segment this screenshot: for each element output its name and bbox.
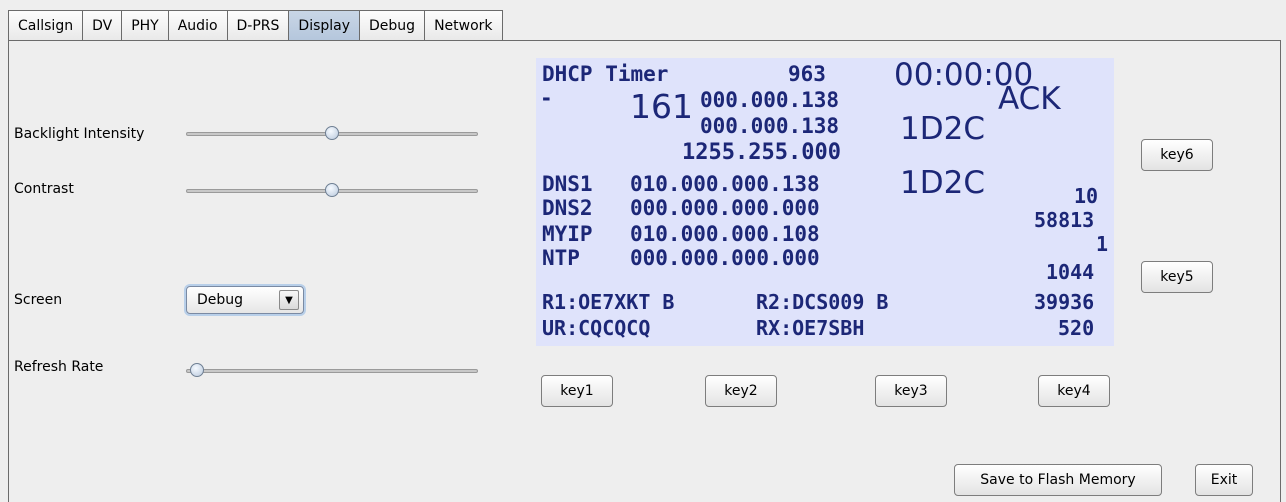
contrast-slider[interactable]: [186, 183, 478, 199]
lcd-dash: -: [540, 86, 553, 110]
refresh-rate-slider[interactable]: [186, 363, 478, 379]
lcd-value-520: 520: [1058, 316, 1095, 340]
refresh-rate-slider-thumb[interactable]: [190, 363, 204, 377]
key1-button[interactable]: key1: [541, 375, 613, 407]
lcd-ur: UR:CQCQCQ: [542, 316, 651, 340]
key3-button[interactable]: key3: [875, 375, 947, 407]
lcd-ip-2: 000.000.138: [700, 114, 840, 138]
lcd-r1: R1:OE7XKT B: [542, 290, 675, 314]
lcd-myip-label: MYIP: [542, 222, 593, 246]
tab-debug[interactable]: Debug: [359, 10, 426, 40]
screen-select[interactable]: Debug ▼: [186, 286, 304, 314]
lcd-dhcp-timer: DHCP Timer: [542, 62, 669, 86]
screen-label: Screen: [14, 292, 63, 308]
key6-button[interactable]: key6: [1141, 139, 1213, 171]
tab-display[interactable]: Display: [288, 10, 361, 41]
tab-bar: Callsign DV PHY Audio D-PRS Display Debu…: [8, 10, 503, 41]
lcd-myip-value: 010.000.000.108: [630, 222, 820, 246]
lcd-dns1-label: DNS1: [542, 172, 593, 196]
key4-button[interactable]: key4: [1038, 375, 1110, 407]
tab-d-prs[interactable]: D-PRS: [226, 10, 290, 40]
lcd-value-10: 10: [1074, 184, 1099, 208]
lcd-ntp-label: NTP: [542, 246, 580, 270]
tab-network[interactable]: Network: [424, 10, 503, 40]
lcd-lease-count: 161: [630, 87, 693, 126]
lcd-timer-value: 963: [788, 62, 826, 86]
save-to-flash-button[interactable]: Save to Flash Memory: [954, 464, 1162, 496]
lcd-code-1: 1D2C: [900, 111, 985, 147]
lcd-ack: ACK: [998, 81, 1061, 117]
lcd-ntp-value: 000.000.000.000: [630, 246, 820, 270]
refresh-rate-label: Refresh Rate: [14, 359, 104, 375]
lcd-dns2-label: DNS2: [542, 196, 593, 220]
key2-button[interactable]: key2: [705, 375, 777, 407]
lcd-ip-1: 000.000.138: [700, 88, 840, 112]
exit-button[interactable]: Exit: [1195, 464, 1253, 496]
lcd-r2: R2:DCS009 B: [756, 290, 889, 314]
lcd-dns2-value: 000.000.000.000: [630, 196, 820, 220]
lcd-code-2: 1D2C: [900, 165, 985, 201]
key5-button[interactable]: key5: [1141, 261, 1213, 293]
lcd-dns1-value: 010.000.000.138: [630, 172, 820, 196]
lcd-value-1: 1: [1096, 232, 1109, 256]
chevron-down-icon[interactable]: ▼: [279, 290, 299, 310]
backlight-label: Backlight Intensity: [14, 126, 145, 142]
backlight-slider[interactable]: [186, 126, 478, 142]
lcd-value-58813: 58813: [1034, 208, 1095, 232]
refresh-rate-slider-track: [186, 369, 478, 373]
backlight-slider-thumb[interactable]: [325, 126, 339, 140]
tab-audio[interactable]: Audio: [167, 10, 228, 40]
lcd-netmask: 1255.255.000: [682, 140, 841, 165]
tab-callsign[interactable]: Callsign: [8, 10, 84, 40]
tab-phy[interactable]: PHY: [121, 10, 169, 40]
screen-select-value: Debug: [197, 292, 244, 308]
lcd-value-1044: 1044: [1046, 260, 1095, 284]
lcd-rx: RX:OE7SBH: [756, 316, 865, 340]
contrast-slider-thumb[interactable]: [325, 183, 339, 197]
tab-dv[interactable]: DV: [82, 10, 123, 40]
lcd-value-39936: 39936: [1034, 290, 1095, 314]
contrast-label: Contrast: [14, 181, 74, 197]
lcd-display: DHCP Timer 963 00:00:00 - 161 000.000.13…: [536, 58, 1114, 346]
